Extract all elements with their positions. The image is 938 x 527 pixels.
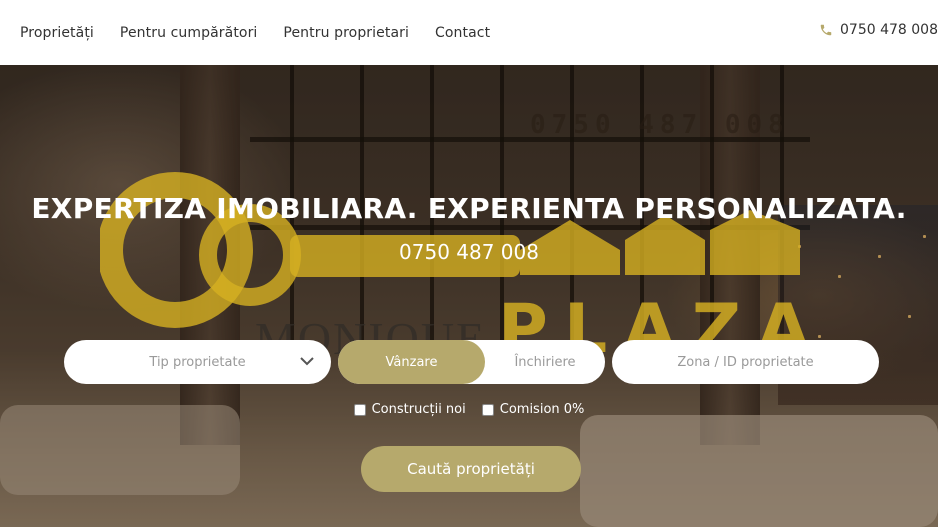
hero-title: EXPERTIZA IMOBILIARA. EXPERIENTA PERSONA… (31, 192, 907, 225)
header-phone-link[interactable]: 0750 478 008 (819, 22, 938, 38)
new-constructions-label: Construcții noi (371, 402, 466, 417)
rent-toggle-button[interactable]: Închiriere (485, 340, 605, 384)
new-constructions-checkbox[interactable]: Construcții noi (353, 402, 466, 417)
main-nav: Proprietăți Pentru cumpărători Pentru pr… (0, 25, 490, 41)
checkbox-box[interactable] (353, 403, 366, 416)
filter-checkboxes: Construcții noi Comision 0% (0, 402, 938, 417)
chevron-down-icon (300, 357, 314, 366)
header-phone-number: 0750 478 008 (840, 22, 938, 38)
phone-icon (820, 24, 832, 36)
hero-phone[interactable]: 0750 487 008 (0, 240, 938, 264)
search-properties-button[interactable]: Caută proprietăți (361, 446, 581, 492)
commission-checkbox[interactable]: Comision 0% (481, 402, 585, 417)
site-header: Proprietăți Pentru cumpărători Pentru pr… (0, 0, 938, 65)
property-type-select[interactable]: Tip proprietate (64, 340, 331, 384)
property-type-placeholder: Tip proprietate (149, 354, 246, 370)
nav-item-properties[interactable]: Proprietăți (20, 25, 94, 41)
nav-item-owners[interactable]: Pentru proprietari (283, 25, 409, 41)
nav-item-buyers[interactable]: Pentru cumpărători (120, 25, 258, 41)
commission-label: Comision 0% (499, 402, 585, 417)
transaction-type-toggle: Vânzare Închiriere (338, 340, 605, 384)
checkbox-box[interactable] (481, 403, 494, 416)
zone-id-input[interactable] (612, 340, 879, 384)
nav-item-contact[interactable]: Contact (435, 25, 490, 41)
sale-toggle-button[interactable]: Vânzare (338, 340, 485, 384)
